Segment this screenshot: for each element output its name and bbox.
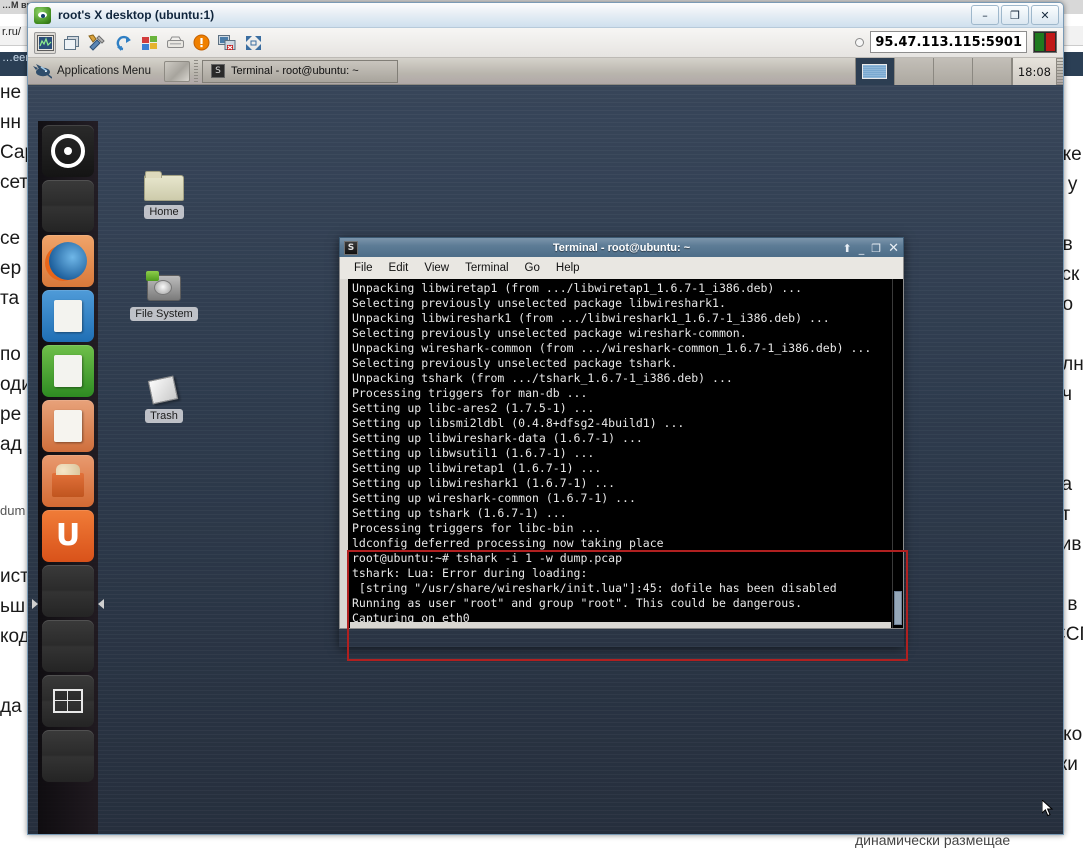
desktop-icon-file-system[interactable]: File System: [126, 271, 202, 321]
launcher-item-blank-slot-2[interactable]: [42, 565, 94, 617]
calc-icon: [54, 355, 82, 387]
terminal-left-margin: [340, 279, 349, 628]
taskbar-item-label: Terminal - root@ubuntu: ~: [231, 65, 359, 77]
connection-info-icon[interactable]: [34, 32, 56, 54]
menu-file[interactable]: File: [354, 262, 373, 274]
launcher-scroll-right-icon[interactable]: [98, 599, 104, 609]
mouse-pointer: [1042, 800, 1054, 818]
show-desktop-button[interactable]: [164, 61, 190, 82]
panel-grip-handle[interactable]: [1056, 58, 1063, 85]
vnc-titlebar[interactable]: root's X desktop (ubuntu:1) – ❐ ✕: [28, 3, 1063, 28]
launcher-scroll-left-icon[interactable]: [32, 599, 38, 609]
desktop-icon-label: Trash: [145, 409, 183, 423]
close-button[interactable]: ✕: [888, 241, 899, 256]
workspace-1[interactable]: [856, 58, 895, 85]
led-green: [1035, 33, 1044, 51]
disconnect-icon[interactable]: [216, 32, 238, 54]
new-connection-icon[interactable]: [60, 32, 82, 54]
terminal-window[interactable]: S Terminal - root@ubuntu: ~ ⬆ _ ❐ ✕ File…: [339, 237, 904, 647]
software-center-icon: [52, 473, 84, 497]
applications-menu-label: Applications Menu: [57, 65, 151, 77]
desktop-icon-label: Home: [144, 205, 183, 219]
terminal-scrollbar-thumb[interactable]: [894, 591, 902, 625]
vnc-viewer-window: root's X desktop (ubuntu:1) – ❐ ✕: [27, 2, 1064, 835]
minimize-button[interactable]: _: [859, 242, 865, 255]
launcher-item-blank-slot-4[interactable]: [42, 730, 94, 782]
taskbar-item-terminal[interactable]: S Terminal - root@ubuntu: ~: [202, 60, 398, 83]
menu-help[interactable]: Help: [556, 262, 580, 274]
terminal-icon: S: [211, 64, 225, 78]
terminal-output-text: Unpacking libwiretap1 (from .../libwiret…: [352, 281, 871, 628]
vnc-address-area: 95.47.113.115:5901: [855, 31, 1057, 53]
terminal-menubar: File Edit View Terminal Go Help: [339, 257, 904, 279]
options-icon[interactable]: [86, 32, 108, 54]
panel-separator: [194, 60, 198, 83]
vnc-radio-button[interactable]: [855, 38, 864, 47]
vnc-address-field[interactable]: 95.47.113.115:5901: [870, 31, 1027, 53]
send-ctrl-alt-del-icon[interactable]: [138, 32, 160, 54]
workspace-2[interactable]: [895, 58, 934, 85]
mouse-icon: [33, 63, 52, 79]
launcher-item-libreoffice-calc[interactable]: [42, 345, 94, 397]
terminal-scrollbar[interactable]: [892, 279, 903, 628]
panel-clock[interactable]: 18:08: [1012, 58, 1056, 85]
launcher-item-software-center[interactable]: [42, 455, 94, 507]
launcher-item-workspace-switcher[interactable]: [42, 675, 94, 727]
led-red: [1046, 33, 1055, 51]
panel-right-area: 18:08: [855, 58, 1063, 85]
writer-icon: [54, 300, 82, 332]
menu-terminal[interactable]: Terminal: [465, 262, 508, 274]
launcher-item-blank-slot-1[interactable]: [42, 180, 94, 232]
desktop-icon-trash[interactable]: Trash: [126, 375, 202, 423]
harddisk-icon: [145, 271, 183, 303]
launcher-item-firefox[interactable]: [42, 235, 94, 287]
menu-go[interactable]: Go: [525, 262, 540, 274]
close-button[interactable]: ✕: [1031, 5, 1059, 25]
folder-icon: [144, 170, 184, 201]
unity-launcher-dock: U: [38, 121, 98, 834]
terminal-body[interactable]: Unpacking libwiretap1 (from .../libwiret…: [339, 279, 904, 629]
ubuntu-logo-icon: [51, 134, 85, 168]
terminal-titlebar[interactable]: S Terminal - root@ubuntu: ~ ⬆ _ ❐ ✕: [339, 237, 904, 257]
terminal-output[interactable]: Unpacking libwiretap1 (from .../libwiret…: [349, 279, 892, 628]
xfce-top-panel: Applications Menu S Terminal - root@ubun…: [28, 58, 1063, 85]
vnc-activity-leds: [1033, 31, 1057, 53]
terminal-bottom-strip: [350, 622, 891, 628]
trash-icon: [147, 375, 181, 405]
menu-edit[interactable]: Edit: [389, 262, 409, 274]
vnc-window-title: root's X desktop (ubuntu:1): [58, 8, 214, 22]
fullscreen-icon[interactable]: [242, 32, 264, 54]
vnc-toolbar: 95.47.113.115:5901: [28, 28, 1063, 58]
applications-menu-button[interactable]: Applications Menu: [29, 59, 158, 84]
impress-icon: [54, 410, 82, 442]
menu-view[interactable]: View: [424, 262, 449, 274]
minimize-button[interactable]: –: [971, 5, 999, 25]
file-transfer-icon[interactable]: [164, 32, 186, 54]
vnc-window-controls: – ❐ ✕: [971, 5, 1059, 25]
workspace-4[interactable]: [973, 58, 1012, 85]
launcher-item-libreoffice-impress[interactable]: [42, 400, 94, 452]
terminal-window-title: Terminal - root@ubuntu: ~: [340, 242, 903, 254]
launcher-item-dash-home[interactable]: [42, 125, 94, 177]
firefox-icon: [49, 242, 87, 280]
alert-icon[interactable]: [190, 32, 212, 54]
terminal-window-controls: ⬆ _ ❐ ✕: [843, 238, 900, 258]
maximize-button[interactable]: ❐: [1001, 5, 1029, 25]
vnc-eye-icon: [34, 7, 51, 24]
workspace-grid-icon: [53, 689, 83, 713]
workspace-switcher[interactable]: [855, 58, 1012, 85]
launcher-item-libreoffice-writer[interactable]: [42, 290, 94, 342]
launcher-item-blank-slot-3[interactable]: [42, 620, 94, 672]
refresh-icon[interactable]: [112, 32, 134, 54]
launcher-item-ubuntu-one[interactable]: U: [42, 510, 94, 562]
shade-button[interactable]: ⬆: [843, 242, 852, 255]
desktop-icon-home[interactable]: Home: [126, 170, 202, 219]
remote-desktop[interactable]: Applications Menu S Terminal - root@ubun…: [28, 58, 1063, 834]
ubuntu-one-icon: U: [56, 521, 80, 551]
workspace-3[interactable]: [934, 58, 973, 85]
desktop-icon-label: File System: [130, 307, 197, 321]
maximize-button[interactable]: ❐: [871, 242, 881, 255]
